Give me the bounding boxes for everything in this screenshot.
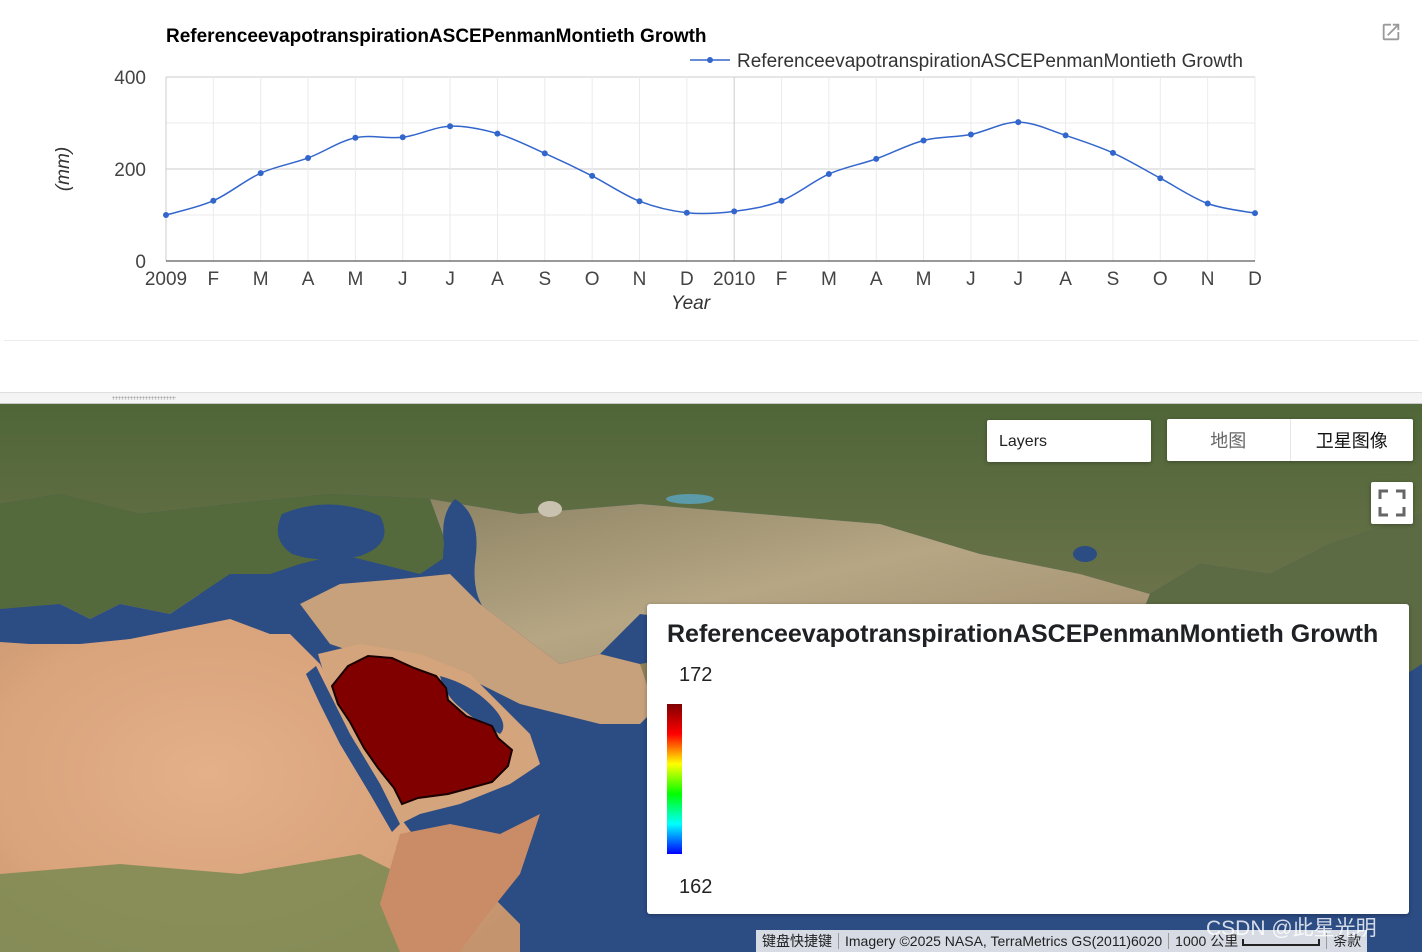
data-point bbox=[1015, 119, 1022, 126]
map-type-map-button[interactable]: 地图 bbox=[1167, 419, 1291, 461]
y-tick-label: 400 bbox=[114, 68, 146, 89]
data-point bbox=[1109, 149, 1116, 156]
data-point bbox=[778, 197, 785, 204]
data-point bbox=[825, 171, 832, 178]
watermark: CSDN @此星光明 bbox=[1206, 917, 1377, 940]
panel-divider bbox=[4, 340, 1418, 341]
data-point bbox=[873, 155, 880, 162]
x-tick-label: F bbox=[776, 269, 788, 290]
data-point bbox=[447, 123, 454, 130]
legend-min-value: 162 bbox=[679, 876, 713, 898]
data-point bbox=[305, 154, 312, 161]
panel-splitter[interactable] bbox=[0, 392, 1422, 404]
map-type-satellite-button[interactable]: 卫星图像 bbox=[1291, 419, 1414, 461]
x-tick-label: D bbox=[680, 269, 694, 290]
data-point bbox=[920, 137, 927, 144]
data-point bbox=[541, 150, 548, 157]
x-tick-label: J bbox=[445, 269, 455, 290]
x-tick-label: J bbox=[398, 269, 408, 290]
x-tick-label: O bbox=[1153, 269, 1168, 290]
x-tick-label: S bbox=[538, 269, 551, 290]
x-tick-label: O bbox=[585, 269, 600, 290]
legend-color-bar bbox=[667, 704, 682, 854]
map-legend: ReferenceevapotranspirationASCEPenmanMon… bbox=[647, 604, 1409, 914]
x-tick-label: 2009 bbox=[145, 269, 187, 290]
data-point bbox=[1252, 210, 1258, 217]
legend-marker bbox=[707, 57, 713, 63]
layers-dropdown[interactable]: Layers bbox=[987, 420, 1151, 462]
x-tick-label: A bbox=[1059, 269, 1072, 290]
data-point bbox=[1062, 132, 1069, 139]
x-tick-label: S bbox=[1107, 269, 1120, 290]
x-tick-label: M bbox=[821, 269, 837, 290]
data-point bbox=[683, 209, 690, 216]
legend-label: ReferenceevapotranspirationASCEPenmanMon… bbox=[737, 51, 1243, 72]
fullscreen-icon bbox=[1378, 489, 1406, 517]
data-point bbox=[731, 208, 738, 215]
x-tick-label: A bbox=[870, 269, 883, 290]
y-tick-label: 200 bbox=[114, 160, 146, 181]
data-point bbox=[257, 170, 264, 177]
map-view[interactable]: Layers 地图 卫星图像 Referenceevapotranspirati… bbox=[0, 404, 1422, 952]
x-tick-label: N bbox=[633, 269, 647, 290]
fullscreen-button[interactable] bbox=[1371, 482, 1413, 524]
x-tick-label: J bbox=[1014, 269, 1024, 290]
data-point bbox=[210, 197, 217, 204]
open-in-new-icon[interactable] bbox=[1380, 21, 1404, 45]
data-point bbox=[1157, 175, 1164, 182]
x-tick-label: M bbox=[916, 269, 932, 290]
data-point bbox=[967, 131, 974, 138]
x-tick-label: A bbox=[302, 269, 315, 290]
legend-title: ReferenceevapotranspirationASCEPenmanMon… bbox=[667, 620, 1379, 648]
x-tick-label: 2010 bbox=[713, 269, 755, 290]
app-root: 0 200 400 2009 F M A M J J A S O N D 2010 F M A M J J A S O N D Yea… bbox=[0, 0, 1422, 952]
keyboard-shortcuts-link[interactable]: 键盘快捷键 bbox=[756, 931, 838, 951]
legend-max-value: 172 bbox=[679, 664, 713, 686]
x-tick-label: F bbox=[208, 269, 220, 290]
chart-panel: 0 200 400 2009 F M A M J J A S O N D 2010 F M A M J J A S O N D Yea… bbox=[0, 0, 1422, 392]
x-axis-title: Year bbox=[671, 293, 711, 314]
data-point bbox=[163, 212, 169, 218]
map-type-control: 地图 卫星图像 bbox=[1167, 419, 1413, 461]
x-tick-label: A bbox=[491, 269, 504, 290]
data-point bbox=[494, 130, 501, 137]
chart-title: ReferenceevapotranspirationASCEPenmanMon… bbox=[166, 26, 707, 47]
y-axis-title: (mm) bbox=[53, 147, 74, 191]
drag-handle-icon[interactable] bbox=[112, 396, 176, 400]
x-tick-label: M bbox=[347, 269, 363, 290]
x-tick-label: J bbox=[966, 269, 976, 290]
data-point bbox=[352, 134, 359, 141]
data-point bbox=[1204, 200, 1211, 207]
x-tick-label: M bbox=[253, 269, 269, 290]
data-point bbox=[589, 172, 596, 179]
x-tick-label: N bbox=[1201, 269, 1215, 290]
line-chart: 02004002009 F M A M J J A S O N D 2010 F M A M J J A S O N DYea… bbox=[53, 26, 1262, 314]
data-point bbox=[636, 198, 643, 205]
data-point bbox=[399, 134, 406, 141]
x-tick-label: D bbox=[1248, 269, 1262, 290]
imagery-credit: Imagery ©2025 NASA, TerraMetrics GS(2011… bbox=[845, 933, 1163, 949]
